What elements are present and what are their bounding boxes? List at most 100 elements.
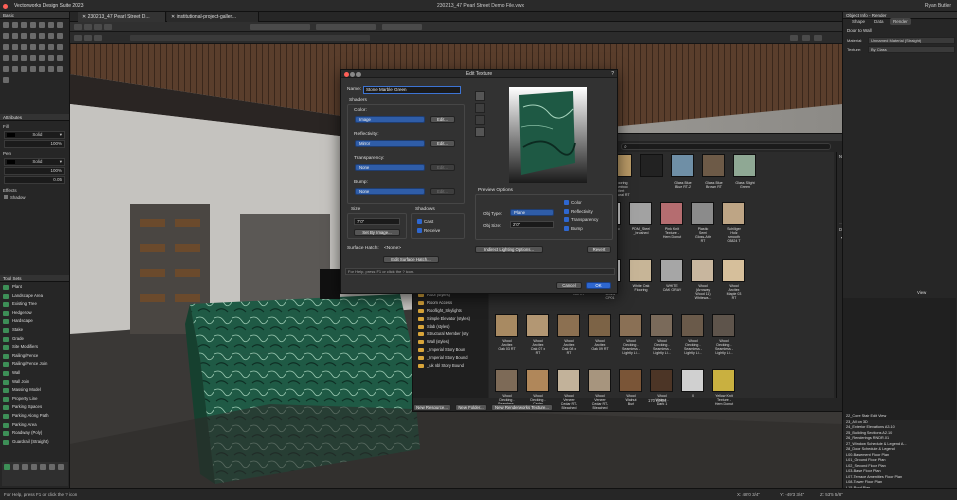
revert-button[interactable]: Revert <box>587 246 611 253</box>
connect-tool-icon[interactable] <box>47 54 54 61</box>
resource-thumbnail[interactable] <box>681 369 704 392</box>
obj-type-select[interactable]: Plane <box>510 209 554 216</box>
freehand-tool-icon[interactable] <box>38 32 45 39</box>
offset-tool-icon[interactable] <box>20 43 27 50</box>
shadow-row[interactable]: Shadow <box>2 195 67 203</box>
tool-roadway-poly-[interactable]: Roadway (Poly) <box>0 429 69 438</box>
resource-thumbnail[interactable] <box>691 202 714 225</box>
tool-hedgerow[interactable]: Hedgerow <box>0 309 69 318</box>
color-edit-button[interactable]: Edit... <box>430 116 455 123</box>
resource-thumbnail[interactable] <box>619 369 642 392</box>
chamfer-tool-icon[interactable] <box>20 54 27 61</box>
resource-thumbnail[interactable] <box>660 259 683 282</box>
resource-thumbnail[interactable] <box>691 259 714 282</box>
zoom-tool-icon[interactable] <box>29 21 36 28</box>
resource-thumbnail[interactable] <box>495 314 518 337</box>
fillet-tool-icon[interactable] <box>11 54 18 61</box>
resource-folder-item[interactable]: Rooflight_Skylights <box>413 307 488 315</box>
fill-color-swatch[interactable] <box>7 133 15 137</box>
tab-data[interactable]: Data <box>871 18 887 25</box>
resource-search-input[interactable]: ⌕ <box>621 143 831 150</box>
preview-bump-checkbox[interactable]: Bump <box>564 226 598 235</box>
furniture-tab-icon[interactable] <box>21 463 28 470</box>
oval-tool-icon[interactable] <box>47 32 54 39</box>
resource-thumbnail[interactable] <box>722 202 745 225</box>
double-line-tool-icon[interactable] <box>56 32 63 39</box>
dimension-tool-icon[interactable] <box>56 54 63 61</box>
resource-thumbnail[interactable] <box>681 314 704 337</box>
resource-thumbnail[interactable] <box>619 314 642 337</box>
obj-size-input[interactable]: 2'0" <box>510 221 554 228</box>
selection-tool-icon[interactable] <box>2 21 9 28</box>
tool-site-modifiers[interactable]: Site Modifiers <box>0 343 69 352</box>
attribute-mapping-icon[interactable] <box>11 43 18 50</box>
resource-thumbnail[interactable] <box>702 154 725 177</box>
dialog-title-bar[interactable]: Edit Texture ? <box>341 70 617 78</box>
resource-thumbnail[interactable] <box>495 369 518 392</box>
tab-shape[interactable]: Shape <box>849 18 868 25</box>
new-resource-button[interactable]: New Resource... <box>413 404 451 411</box>
resource-thumbnail[interactable] <box>650 314 673 337</box>
render-mode-icon[interactable] <box>74 24 82 30</box>
line-tool-icon[interactable] <box>47 21 54 28</box>
eyedropper-tool-icon[interactable] <box>2 43 9 50</box>
tool-guardrail-straight-[interactable]: Guardrail (Straight) <box>0 438 69 447</box>
pen-style-select[interactable]: Solid ▾ <box>4 158 65 166</box>
user-name[interactable]: Ryan Butler <box>925 3 951 9</box>
fill-style-select[interactable]: Solid ▾ <box>4 131 65 139</box>
tool-wall[interactable]: Wall <box>0 369 69 378</box>
tool-sets-header[interactable]: Tool Sets <box>0 275 69 282</box>
preview-rotate-icon[interactable] <box>475 103 485 113</box>
render-field-select[interactable]: By Class <box>868 46 955 53</box>
preview-color-checkbox[interactable]: Color <box>564 200 598 209</box>
receive-checkbox[interactable]: Receive <box>417 228 440 234</box>
tool-property-line[interactable]: Property Line <box>0 395 69 404</box>
resource-thumbnail[interactable] <box>722 259 745 282</box>
fill-opacity[interactable]: 100% <box>4 140 65 148</box>
resource-thumbnail[interactable] <box>588 369 611 392</box>
tape-measure-icon[interactable] <box>47 65 54 72</box>
resource-thumbnail[interactable] <box>671 154 694 177</box>
pen-thickness[interactable]: 0.05 <box>4 176 65 184</box>
tool-massing-model[interactable]: Massing Model <box>0 386 69 395</box>
resource-folder-item[interactable]: _Imperial Story Bound <box>413 354 488 362</box>
polygon-tool-icon[interactable] <box>20 32 27 39</box>
resource-thumbnail[interactable] <box>629 259 652 282</box>
resource-thumbnail[interactable] <box>629 202 652 225</box>
size-input[interactable]: 7'0" <box>354 218 400 225</box>
resource-thumbnail[interactable] <box>650 369 673 392</box>
move-tool-icon[interactable] <box>47 43 54 50</box>
render-field-select[interactable]: Unnamed Material (Straight) <box>868 37 955 44</box>
projection-icon[interactable] <box>84 24 92 30</box>
text-tool-icon[interactable] <box>38 21 45 28</box>
tool-existing-tree[interactable]: Existing Tree <box>0 300 69 309</box>
trim-tool-icon[interactable] <box>2 54 9 61</box>
reference-marker-icon[interactable] <box>2 76 9 83</box>
arc-tool-icon[interactable] <box>11 32 18 39</box>
preview-reflectivity-checkbox[interactable]: Reflectivity <box>564 209 598 218</box>
reshape-tool-icon[interactable] <box>38 54 45 61</box>
dims-notes-tab-icon[interactable] <box>39 463 46 470</box>
protractor-icon[interactable] <box>56 65 63 72</box>
basic-palette-header[interactable]: Basic <box>0 12 69 19</box>
zoom-icon[interactable] <box>104 24 112 30</box>
tool-parking-spaces[interactable]: Parking Spaces <box>0 403 69 412</box>
tool-railing-fence[interactable]: Railing/Fence <box>0 352 69 361</box>
texture-name-input[interactable]: Stone Marble Green <box>363 85 461 94</box>
resource-folder-item[interactable]: _uk nbl Story Bound <box>413 362 488 370</box>
tool-plant[interactable]: Plant <box>0 283 69 292</box>
locus-tool-icon[interactable] <box>20 65 27 72</box>
resource-thumbnail[interactable] <box>712 314 735 337</box>
tab-render[interactable]: Render <box>890 18 911 25</box>
pan-tool-icon[interactable] <box>11 21 18 28</box>
resource-thumbnail[interactable] <box>526 314 549 337</box>
set-by-image-button[interactable]: Set By Image... <box>354 229 400 236</box>
tool-landscape-area[interactable]: Landscape Area <box>0 292 69 301</box>
reflectivity-edit-button[interactable]: Edit... <box>430 140 455 147</box>
resource-folder-item[interactable]: Room Access <box>413 299 488 307</box>
callout-tool-icon[interactable] <box>2 65 9 72</box>
transparency-edit-button[interactable]: Edit... <box>430 164 455 171</box>
visualization-tab-icon[interactable] <box>48 463 55 470</box>
3d-modeling-tab-icon[interactable] <box>57 463 64 470</box>
tool-hardscape[interactable]: Hardscape <box>0 317 69 326</box>
